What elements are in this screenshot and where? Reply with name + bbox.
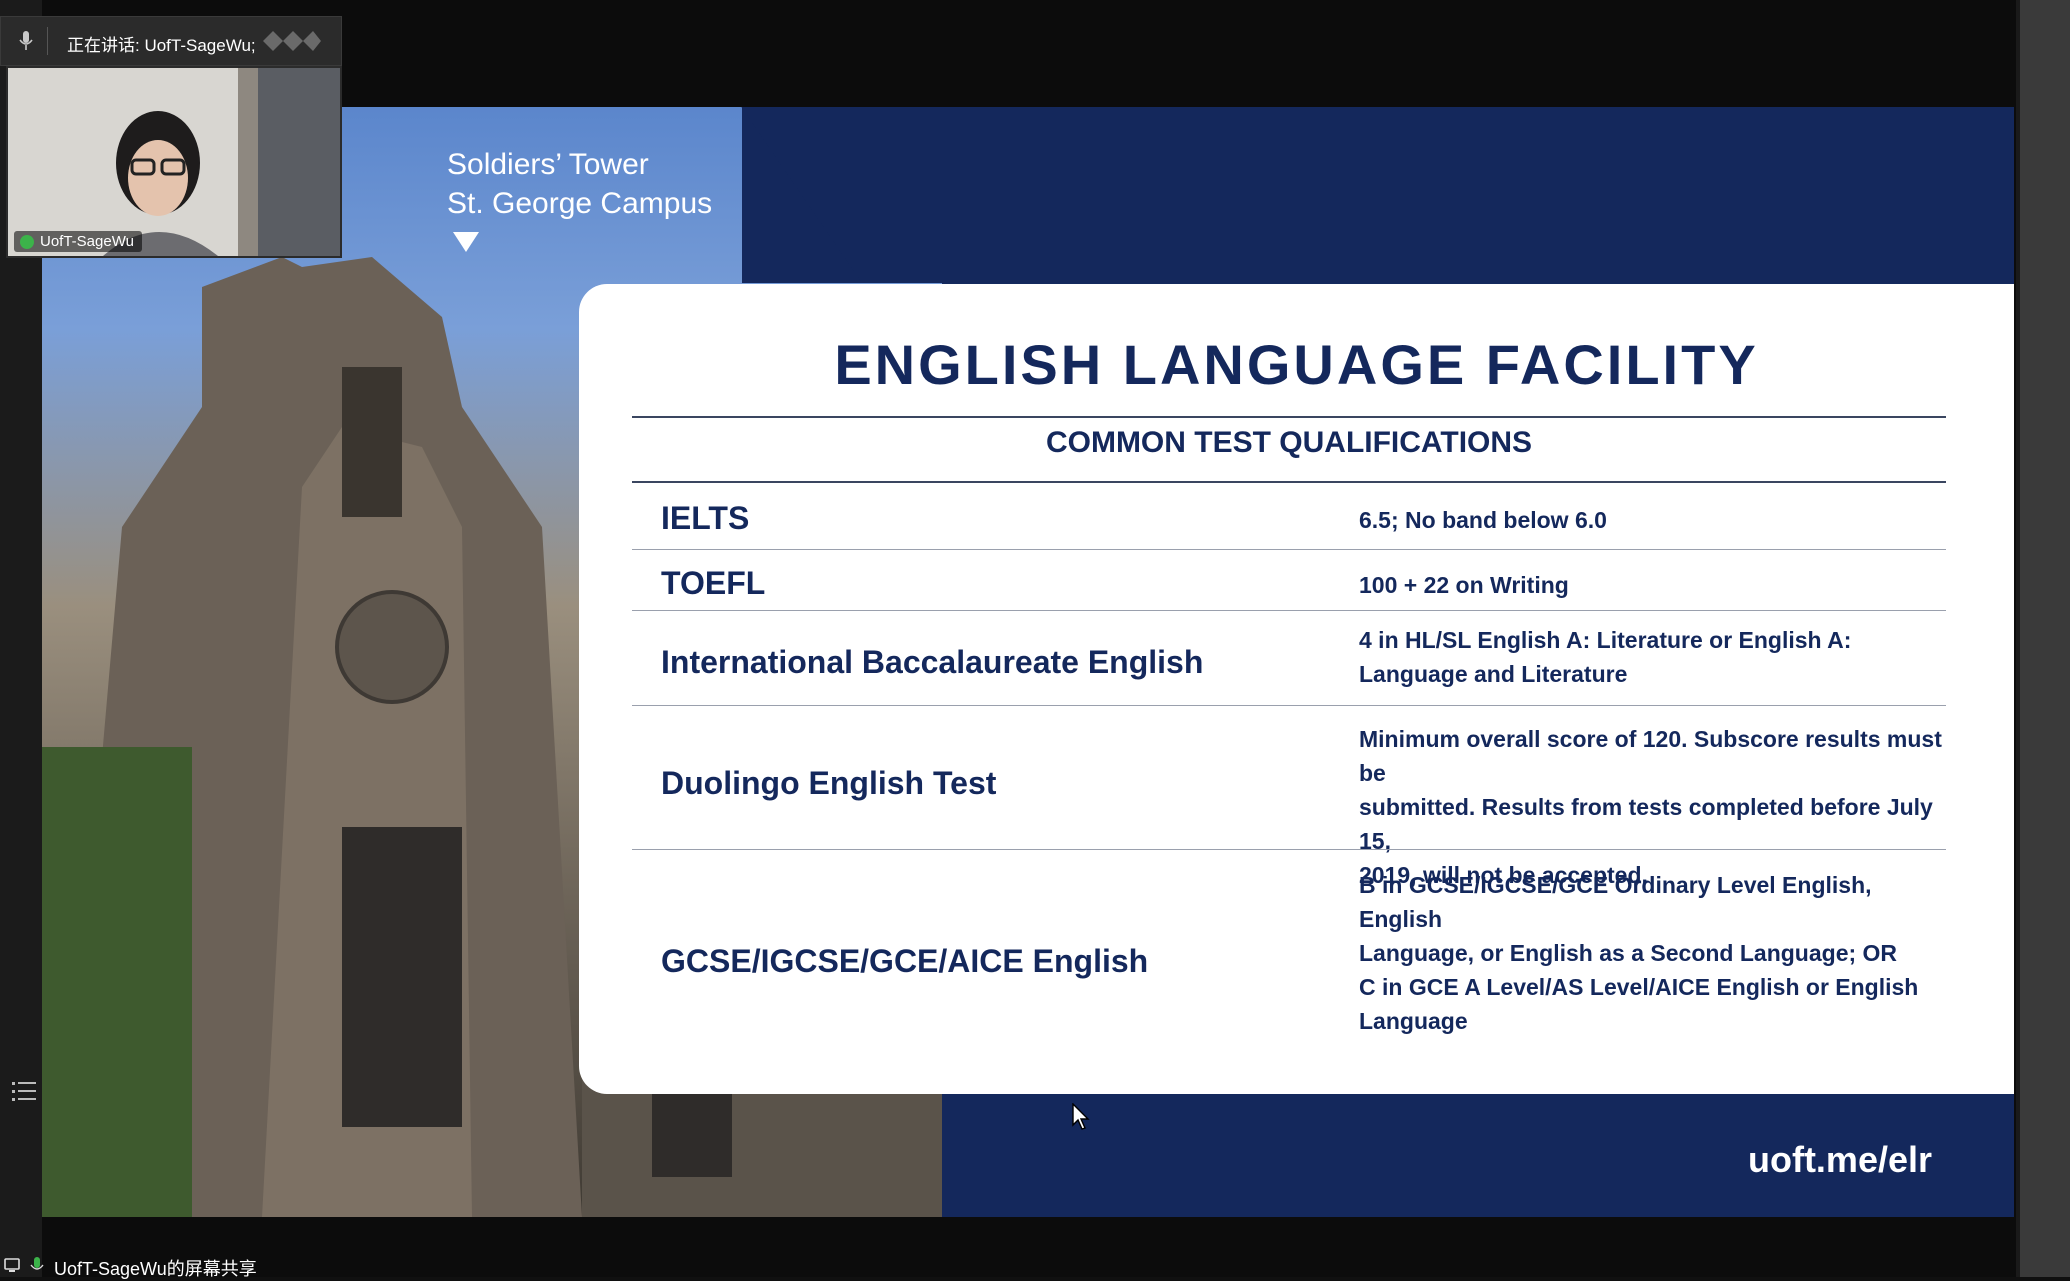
slide-url: uoft.me/elr: [1747, 1139, 1932, 1180]
title-divider: [632, 416, 1946, 418]
row-divider: [632, 849, 1946, 850]
microphone-active-icon: [30, 1257, 44, 1270]
photo-caption: Soldiers’ Tower St. George Campus: [447, 145, 712, 223]
speaking-label: 正在讲话: UofT-SageWu;: [67, 36, 256, 55]
row-label-duolingo: Duolingo English Test: [661, 765, 997, 801]
presentation-slide: Soldiers’ Tower St. George Campus ENGLIS…: [42, 107, 2014, 1217]
value-line: 100 + 22 on Writing: [1359, 572, 1569, 598]
right-scrollbar[interactable]: [2016, 0, 2070, 1277]
value-line: 4 in HL/SL English A: Literature or Engl…: [1359, 627, 1852, 653]
value-line: B in GCSE/IGCSE/GCE Ordinary Level Engli…: [1359, 872, 1872, 932]
qualifications-panel: ENGLISH LANGUAGE FACILITY COMMON TEST QU…: [579, 284, 2014, 1094]
participant-name-tag: UofT-SageWu: [14, 231, 142, 252]
screen-share-icon: [4, 1258, 20, 1272]
participant-list-icon[interactable]: [12, 1080, 36, 1102]
row-value-gcse: B in GCSE/IGCSE/GCE Ordinary Level Engli…: [1359, 868, 1959, 1038]
divider: [47, 27, 48, 55]
caption-line-2: St. George Campus: [447, 187, 713, 220]
header-band: [742, 107, 2014, 283]
caption-line-1: Soldiers’ Tower: [447, 148, 649, 181]
participant-name: UofT-SageWu: [40, 233, 134, 250]
value-line: 6.5; No band below 6.0: [1359, 507, 1607, 533]
microphone-icon: [19, 31, 33, 50]
row-value-ib: 4 in HL/SL English A: Literature or Engl…: [1359, 623, 1959, 691]
value-line: Language: [1359, 1008, 1468, 1034]
slide-subtitle: COMMON TEST QUALIFICATIONS: [1045, 426, 1533, 459]
row-value-toefl: 100 + 22 on Writing: [1359, 568, 1959, 602]
value-line: C in GCE A Level/AS Level/AICE English o…: [1359, 974, 1919, 1000]
row-value-duolingo: Minimum overall score of 120. Subscore r…: [1359, 722, 1959, 892]
row-label-toefl: TOEFL: [661, 565, 766, 601]
subtitle-divider: [632, 481, 1946, 483]
value-line: submitted. Results from tests completed …: [1359, 794, 1933, 854]
value-line: Language and Literature: [1359, 661, 1628, 687]
row-value-ielts: 6.5; No band below 6.0: [1359, 503, 1959, 537]
row-label-gcse: GCSE/IGCSE/GCE/AICE English: [661, 943, 1149, 979]
caption-arrow-icon: [453, 232, 479, 252]
row-divider: [632, 705, 1946, 706]
value-line: Language, or English as a Second Languag…: [1359, 940, 1898, 966]
slide-title: ENGLISH LANGUAGE FACILITY: [834, 333, 1759, 396]
row-divider: [632, 549, 1946, 550]
participant-video-frame: [8, 68, 340, 256]
share-label-text: UofT-SageWu的屏幕共享: [54, 1259, 257, 1279]
speaking-indicator-icon: [20, 235, 34, 249]
row-divider: [632, 610, 1946, 611]
mouse-cursor-icon: [1072, 1103, 1090, 1130]
row-label-ib: International Baccalaureate English: [661, 644, 1204, 680]
row-label-ielts: IELTS: [661, 500, 750, 536]
value-line: Minimum overall score of 120. Subscore r…: [1359, 726, 1942, 786]
active-speaker-bar[interactable]: 正在讲话: UofT-SageWu;: [0, 16, 342, 66]
audio-wave-icon: [263, 31, 321, 51]
participant-video-tile[interactable]: UofT-SageWu: [6, 66, 342, 258]
